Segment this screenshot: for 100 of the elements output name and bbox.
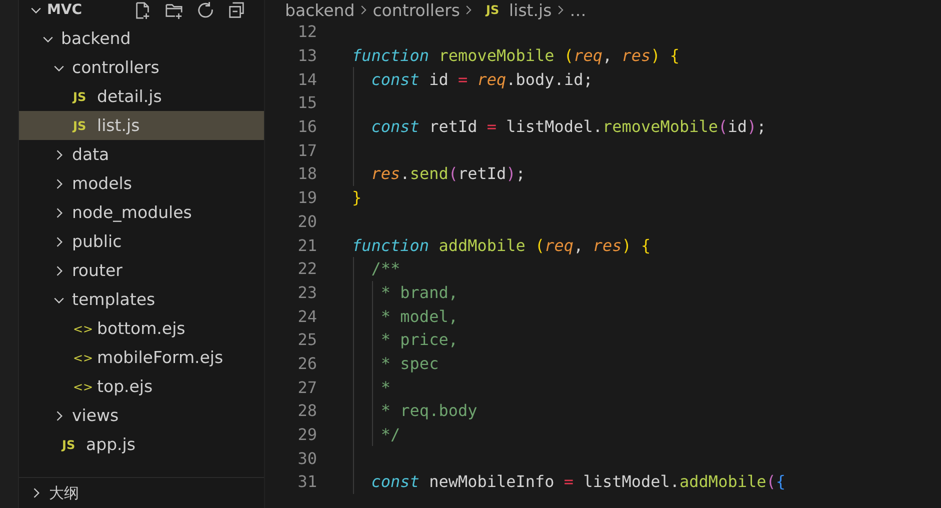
collapse-all-icon[interactable] [227, 0, 246, 20]
line-number: 24 [296, 306, 317, 326]
parenthesis: ( [766, 472, 776, 492]
outline-title: 大纲 [49, 484, 79, 502]
comment: * brand, [380, 282, 458, 302]
code-text: listModel. [582, 472, 680, 492]
line-number: 15 [296, 93, 317, 112]
tree-item[interactable]: router [19, 256, 264, 285]
breadcrumb-item[interactable]: backend [285, 0, 355, 20]
parenthesis: ) [746, 117, 757, 136]
explorer-title: MVC [47, 2, 82, 18]
code-text: id [428, 70, 448, 89]
tree-item[interactable]: node_modules [19, 198, 264, 227]
chevron-icon [360, 3, 368, 17]
file-type-icon: <> [73, 380, 91, 394]
line-number: 23 [296, 282, 317, 302]
code-text: retId [458, 164, 506, 184]
bracket: { [640, 236, 651, 255]
operator: = [486, 117, 496, 136]
line-number: 30 [296, 448, 317, 468]
code-text: listModel. [505, 117, 602, 136]
code-text: id [728, 117, 747, 136]
line-number: 21 [296, 236, 317, 255]
comment: * price, [380, 330, 458, 350]
comment: * model, [380, 306, 458, 326]
tree-item[interactable]: data [19, 140, 264, 169]
parameter: res [592, 236, 622, 255]
code-text: , [574, 236, 584, 255]
tree-item[interactable]: JS list.js [19, 111, 264, 140]
operator: = [562, 472, 574, 492]
code-text: ; [516, 164, 526, 184]
comment: */ [380, 425, 400, 444]
line-number: 28 [296, 401, 317, 420]
code-text: . [400, 164, 410, 184]
file-type-icon: JS [73, 90, 91, 104]
function-name: addMobile [680, 472, 766, 492]
tree-item[interactable]: <> mobileForm.ejs [19, 343, 264, 372]
breadcrumb-item[interactable]: list.js [509, 0, 552, 20]
tree-item[interactable]: templates [19, 285, 264, 314]
outline-section-header[interactable]: 大纲 [19, 477, 264, 508]
line-number: 17 [296, 140, 317, 160]
tree-item[interactable]: backend [19, 24, 264, 53]
tree-item[interactable]: models [19, 169, 264, 198]
line-number: 20 [296, 212, 317, 231]
tree-item[interactable]: views [19, 401, 264, 430]
line-number: 26 [296, 354, 317, 373]
line-number: 22 [296, 259, 317, 278]
keyword: const [370, 117, 420, 136]
comment: /** [370, 259, 400, 278]
comment: * spec [380, 354, 439, 373]
file-type-icon: <> [73, 350, 91, 364]
bracket: } [352, 188, 362, 208]
code-text: .body.id; [506, 70, 593, 89]
breadcrumb-item[interactable]: controllers [372, 0, 460, 20]
chevron-icon [556, 3, 565, 17]
line-number: 13 [296, 46, 317, 66]
line-number: 18 [296, 164, 317, 184]
tree-item[interactable]: public [19, 227, 264, 256]
keyword: const [370, 70, 420, 89]
file-type-icon: <> [73, 322, 91, 336]
keyword: function [352, 236, 430, 255]
code-text: , [602, 46, 612, 66]
line-number: 25 [296, 330, 317, 350]
parameter: req [574, 46, 602, 66]
tree-item[interactable]: <> top.ejs [19, 372, 264, 401]
function-name: send [410, 164, 448, 184]
tree-item[interactable]: controllers [19, 53, 264, 82]
line-number: 19 [296, 188, 317, 208]
tree-item[interactable]: JS app.js [19, 430, 264, 459]
bracket: ( [562, 46, 574, 66]
line-number: 12 [296, 22, 317, 42]
function-name: removeMobile [602, 117, 718, 136]
bracket: ( [534, 236, 545, 255]
function-name: removeMobile [438, 46, 554, 66]
line-number: 16 [296, 117, 317, 136]
refresh-icon[interactable] [196, 0, 215, 20]
line-number: 31 [296, 472, 317, 492]
bracket: { [668, 46, 680, 66]
keyword: function [352, 46, 430, 66]
parenthesis: ) [506, 164, 516, 184]
tree-item[interactable]: <> bottom.ejs [19, 314, 264, 343]
file-type-icon: JS [73, 118, 91, 132]
code-text: newMobileInfo [428, 472, 554, 492]
parenthesis: ( [448, 164, 458, 184]
brace: { [776, 472, 786, 492]
file-type-icon: JS [486, 3, 504, 17]
keyword: const [370, 472, 420, 492]
line-number: 27 [296, 378, 317, 397]
line-number: 29 [296, 425, 317, 444]
new-file-icon[interactable] [133, 0, 152, 20]
comment: * [380, 378, 391, 397]
chevron-icon [465, 3, 474, 17]
parameter: req [544, 236, 574, 255]
comment: * req.body [380, 401, 478, 420]
breadcrumb-item[interactable]: … [570, 0, 586, 20]
bracket: ) [650, 46, 660, 66]
file-type-icon: JS [62, 438, 80, 452]
tree-item[interactable]: JS detail.js [19, 82, 264, 111]
parenthesis: ( [718, 117, 728, 136]
parameter: res [620, 46, 651, 66]
